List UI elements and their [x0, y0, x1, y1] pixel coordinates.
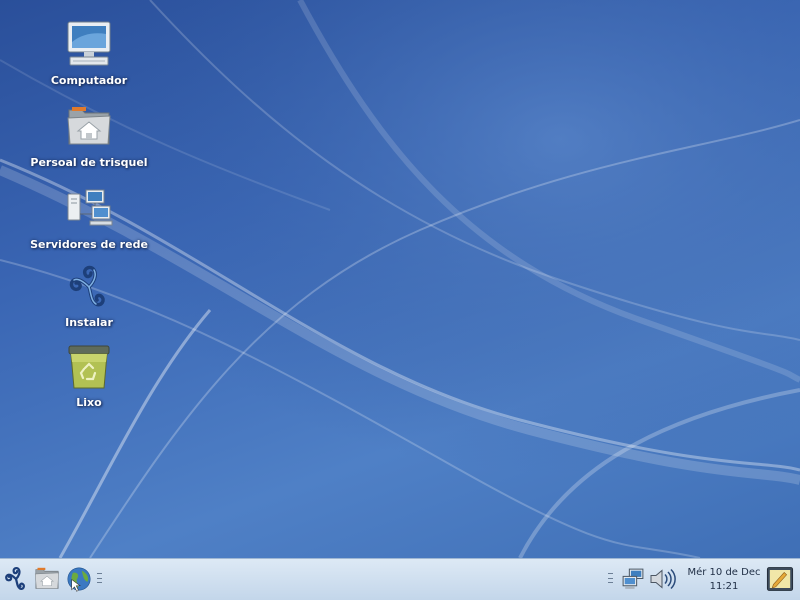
desktop-icon-label: Servidores de rede — [30, 238, 148, 251]
network-servers-icon — [67, 189, 113, 226]
volume-button[interactable] — [648, 564, 678, 594]
home-folder-icon — [67, 107, 111, 145]
desktop[interactable]: Computador Persoal de trisquel Servidore… — [0, 0, 800, 558]
trisquel-menu-icon — [5, 566, 25, 591]
computer-icon — [67, 21, 111, 66]
main-menu-button[interactable] — [1, 564, 31, 594]
web-browser-icon — [67, 567, 91, 592]
clock-date: Mér 10 de Dec — [687, 567, 761, 578]
show-desktop-icon — [766, 567, 794, 591]
desktop-icon-label: Persoal de trisquel — [30, 156, 148, 169]
trash-icon — [68, 345, 110, 389]
desktop-icon-label: Computador — [50, 74, 128, 87]
desktop-icon-network[interactable]: Servidores de rede — [24, 184, 154, 251]
desktop-icon-label: Lixo — [76, 396, 102, 409]
web-browser-launcher[interactable] — [64, 564, 94, 594]
panel-drag-handle-left[interactable] — [97, 573, 102, 583]
desktop-icon-computer[interactable]: Computador — [24, 20, 154, 87]
network-status-button[interactable] — [618, 564, 648, 594]
home-folder-launcher[interactable] — [32, 564, 62, 594]
show-desktop-button[interactable] — [765, 564, 795, 594]
trisquel-install-icon — [69, 265, 105, 307]
desktop-icon-trash[interactable]: Lixo — [24, 342, 154, 409]
clock-time: 11:21 — [709, 581, 739, 592]
home-folder-icon — [34, 567, 60, 589]
desktop-icon-label: Instalar — [65, 316, 113, 329]
desktop-icon-home[interactable]: Persoal de trisquel — [24, 102, 154, 169]
bottom-panel: Mér 10 de Dec 11:21 — [0, 558, 800, 600]
network-status-icon — [622, 568, 644, 589]
volume-icon — [650, 568, 676, 590]
clock[interactable]: Mér 10 de Dec 11:21 — [686, 566, 762, 594]
panel-drag-handle-right[interactable] — [608, 573, 613, 583]
desktop-icon-install[interactable]: Instalar — [24, 262, 154, 329]
